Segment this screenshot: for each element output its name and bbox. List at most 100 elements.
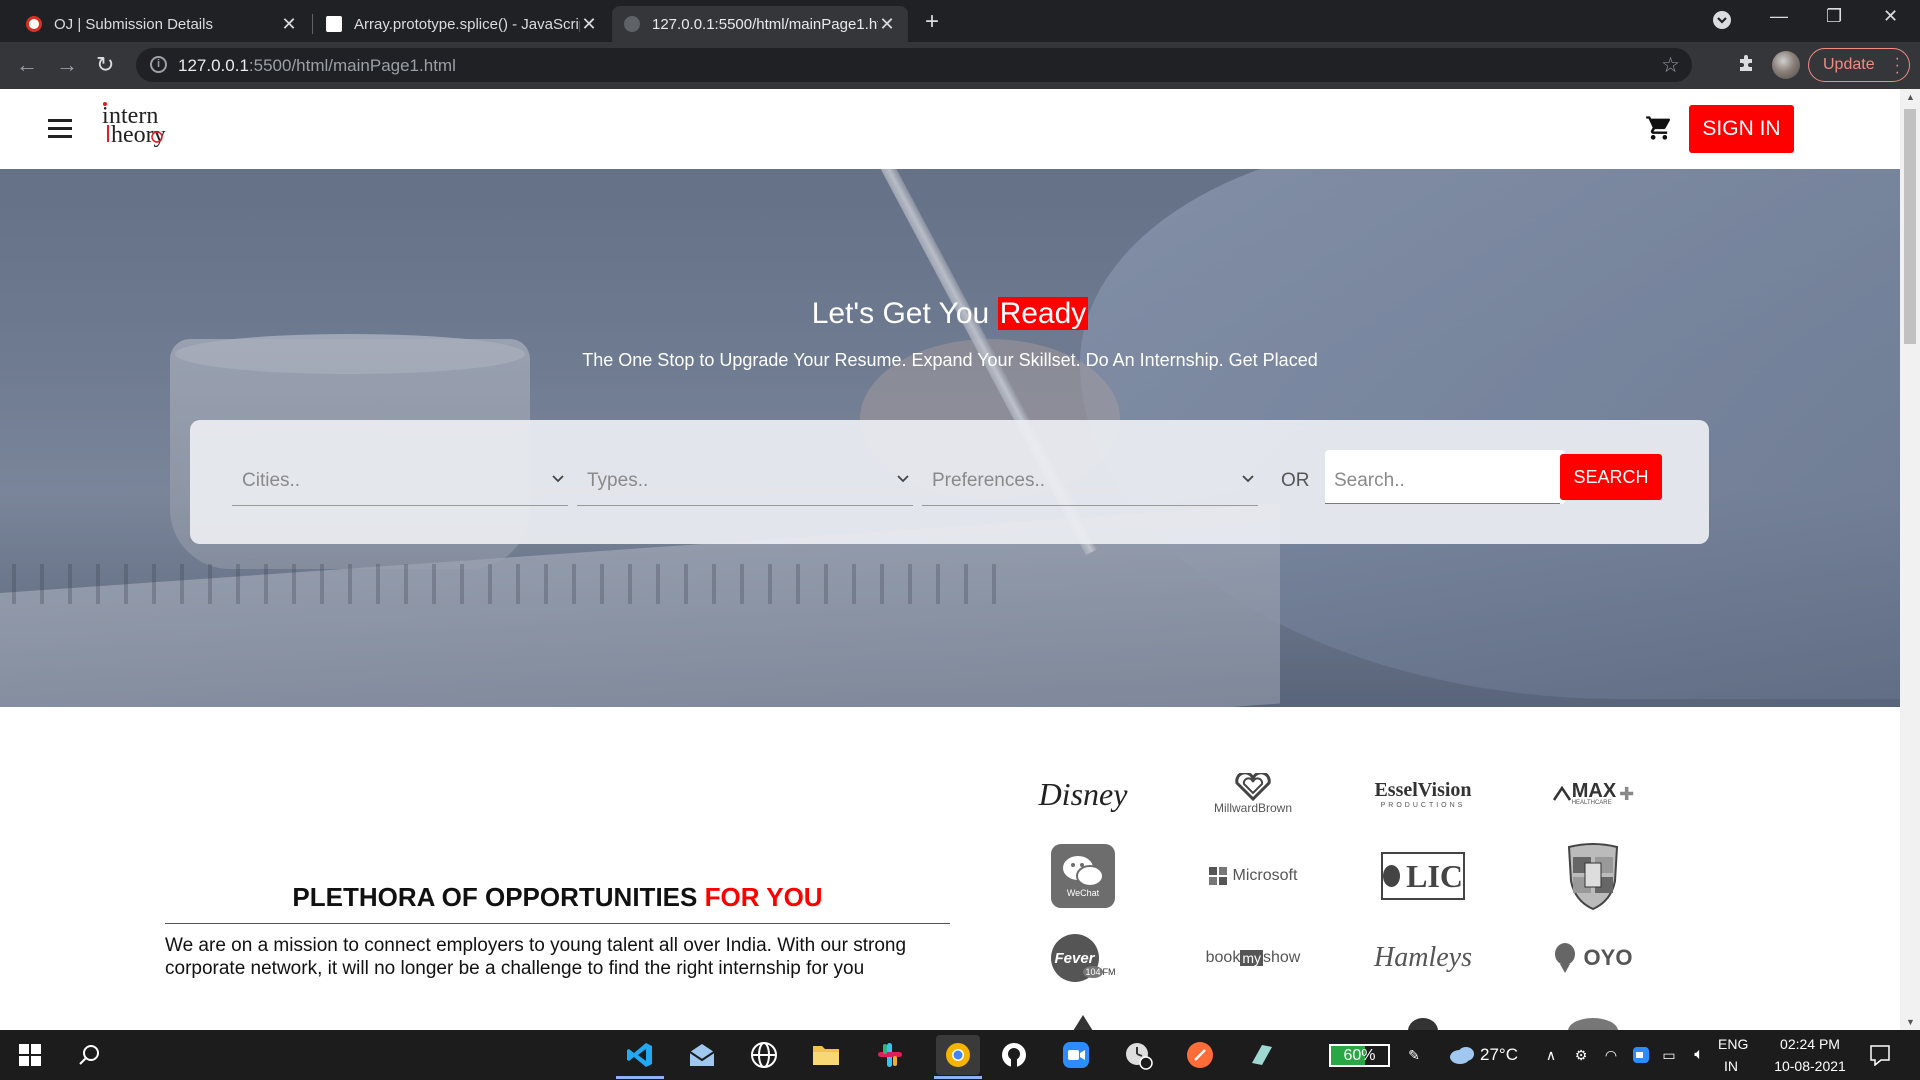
wechat-logo: WeChat <box>1018 841 1148 911</box>
weather-temperature[interactable]: 27°C <box>1480 1045 1518 1065</box>
essel-vision-subtext: PRODUCTIONS <box>1380 802 1466 809</box>
tab-title: Array.prototype.splice() - JavaScript <box>354 15 580 33</box>
fever-fm-text: FM <box>1102 967 1116 977</box>
forward-icon[interactable]: → <box>56 52 78 78</box>
search-underline <box>1325 503 1560 504</box>
language-region[interactable]: IN <box>1724 1058 1738 1074</box>
tab-mdn-splice[interactable]: Array.prototype.splice() - JavaScript ✕ <box>314 6 610 42</box>
scrollbar-thumb[interactable] <box>1904 109 1916 344</box>
weather-cloud-icon[interactable] <box>1446 1039 1478 1071</box>
lic-logo: LIC <box>1358 841 1488 911</box>
bookmark-star-icon[interactable]: ☆ <box>1661 53 1680 78</box>
slack-icon[interactable] <box>874 1039 906 1071</box>
clock-time[interactable]: 02:24 PM <box>1770 1036 1850 1052</box>
millward-heart-icon <box>1235 773 1271 801</box>
windows-start-icon[interactable] <box>14 1039 46 1071</box>
scroll-up-arrow-icon[interactable]: ▲ <box>1906 92 1915 102</box>
shopping-cart-icon[interactable] <box>1645 114 1673 149</box>
pen-icon[interactable]: ✎ <box>1398 1039 1430 1071</box>
cities-select[interactable]: Cities.. <box>232 448 568 506</box>
svg-text:heory: heory <box>111 122 166 148</box>
search-icon[interactable] <box>74 1039 106 1071</box>
more-menu-icon[interactable]: · · · <box>1895 51 1900 81</box>
site-info-icon[interactable]: i <box>150 56 167 73</box>
close-tab-icon[interactable]: ✕ <box>878 14 896 35</box>
back-icon[interactable]: ← <box>16 52 38 78</box>
chevron-up-icon[interactable]: ∧ <box>1535 1039 1567 1071</box>
network-sync-icon[interactable]: ⚙ <box>1565 1039 1597 1071</box>
postman-icon[interactable] <box>1184 1039 1216 1071</box>
partial-brand-icon <box>1568 1018 1618 1030</box>
language-code[interactable]: ENG <box>1718 1036 1748 1052</box>
globe-browser-icon[interactable] <box>748 1039 780 1071</box>
preferences-select[interactable]: Preferences.. <box>922 448 1258 506</box>
update-button[interactable]: Update · · · <box>1808 48 1910 82</box>
wifi-icon[interactable]: ◠ <box>1595 1039 1627 1071</box>
hero-title-highlight: Ready <box>997 297 1089 330</box>
cities-placeholder: Cities.. <box>242 470 301 491</box>
alarms-clock-icon[interactable] <box>1122 1039 1154 1071</box>
hamleys-logo: Hamleys <box>1358 923 1488 993</box>
sign-in-button[interactable]: SIGN IN <box>1689 105 1794 153</box>
battery-percent: 60% <box>1343 1046 1376 1064</box>
globe-favicon <box>624 16 640 32</box>
power-battery-icon[interactable]: ▭ <box>1653 1039 1685 1071</box>
tab-search-icon[interactable] <box>1712 10 1732 35</box>
max-plus-icon: ✚ <box>1619 783 1635 804</box>
address-bar[interactable]: i 127.0.0.1:5500/html/mainPage1.html ☆ <box>136 48 1692 82</box>
mail-icon[interactable] <box>686 1039 718 1071</box>
zoom-icon[interactable] <box>1060 1039 1092 1071</box>
microsoft-text: Microsoft <box>1232 867 1298 884</box>
minimize-icon[interactable]: — <box>1770 6 1788 27</box>
clock-date[interactable]: 10-08-2021 <box>1770 1058 1850 1074</box>
opportunities-title-main: PLETHORA OF OPPORTUNITIES <box>292 882 698 912</box>
chevron-down-icon <box>897 475 909 483</box>
tab-separator <box>312 14 313 34</box>
new-tab-icon[interactable]: + <box>925 8 939 36</box>
section-divider <box>165 923 950 924</box>
chrome-icon[interactable] <box>936 1035 980 1075</box>
search-input[interactable]: Search.. <box>1325 450 1565 504</box>
url-path: :5500/html/mainPage1.html <box>248 56 456 75</box>
porsche-crest-icon <box>1567 843 1619 911</box>
search-button[interactable]: SEARCH <box>1560 454 1662 500</box>
close-tab-icon[interactable]: ✕ <box>280 14 298 35</box>
opportunities-title-highlight: FOR YOU <box>704 882 823 912</box>
disney-logo-text: Disney <box>1038 775 1128 812</box>
oyo-balloon-icon <box>1554 943 1575 973</box>
wechat-text: WeChat <box>1066 888 1100 898</box>
millward-brown-logo: MillwardBrown <box>1188 759 1318 829</box>
notes-app-icon[interactable] <box>1246 1039 1278 1071</box>
oyo-logo: OYO <box>1528 923 1658 993</box>
tab-oj-submission[interactable]: OJ | Submission Details ✕ <box>14 6 310 42</box>
file-explorer-icon[interactable] <box>810 1039 842 1071</box>
close-window-icon[interactable]: ✕ <box>1883 6 1898 27</box>
disney-logo: Disney <box>1018 759 1148 829</box>
max-subtext: HEALTHCARE <box>1571 800 1612 806</box>
vscode-icon[interactable] <box>624 1039 656 1071</box>
partial-brand-logo <box>1358 1001 1488 1030</box>
github-icon[interactable] <box>998 1039 1030 1071</box>
microsoft-windows-icon <box>1208 867 1227 885</box>
opportunities-description: We are on a mission to connect employers… <box>165 935 907 979</box>
hamleys-text: Hamleys <box>1374 942 1472 973</box>
bookmyshow-text-book: book <box>1205 949 1241 966</box>
page-scrollbar[interactable]: ▲ ▼ <box>1900 89 1920 1030</box>
types-select[interactable]: Types.. <box>577 448 913 506</box>
restore-icon[interactable]: ❐ <box>1826 6 1842 27</box>
profile-avatar[interactable] <box>1772 51 1800 79</box>
fever-circle: Fever 104 <box>1050 934 1103 982</box>
extensions-puzzle-icon[interactable] <box>1736 53 1756 79</box>
scroll-down-arrow-icon[interactable]: ▼ <box>1906 1017 1915 1027</box>
battery-indicator[interactable]: 60% <box>1329 1044 1390 1067</box>
url-text[interactable]: 127.0.0.1:5500/html/mainPage1.html <box>178 56 456 76</box>
hamburger-menu-icon[interactable] <box>48 119 72 138</box>
tab-main-page[interactable]: 127.0.0.1:5500/html/mainPage1.html ✕ <box>612 6 908 42</box>
close-tab-icon[interactable]: ✕ <box>580 14 598 35</box>
intern-theory-logo[interactable]: i ntern heory <box>100 95 200 155</box>
hero-title-prefix: Let's Get You <box>811 297 990 330</box>
volume-icon[interactable]: 🔈︎ <box>1683 1039 1715 1071</box>
lic-text: LIC <box>1406 857 1463 894</box>
reload-icon[interactable]: ↻ <box>96 52 114 78</box>
notifications-icon[interactable] <box>1864 1039 1896 1071</box>
